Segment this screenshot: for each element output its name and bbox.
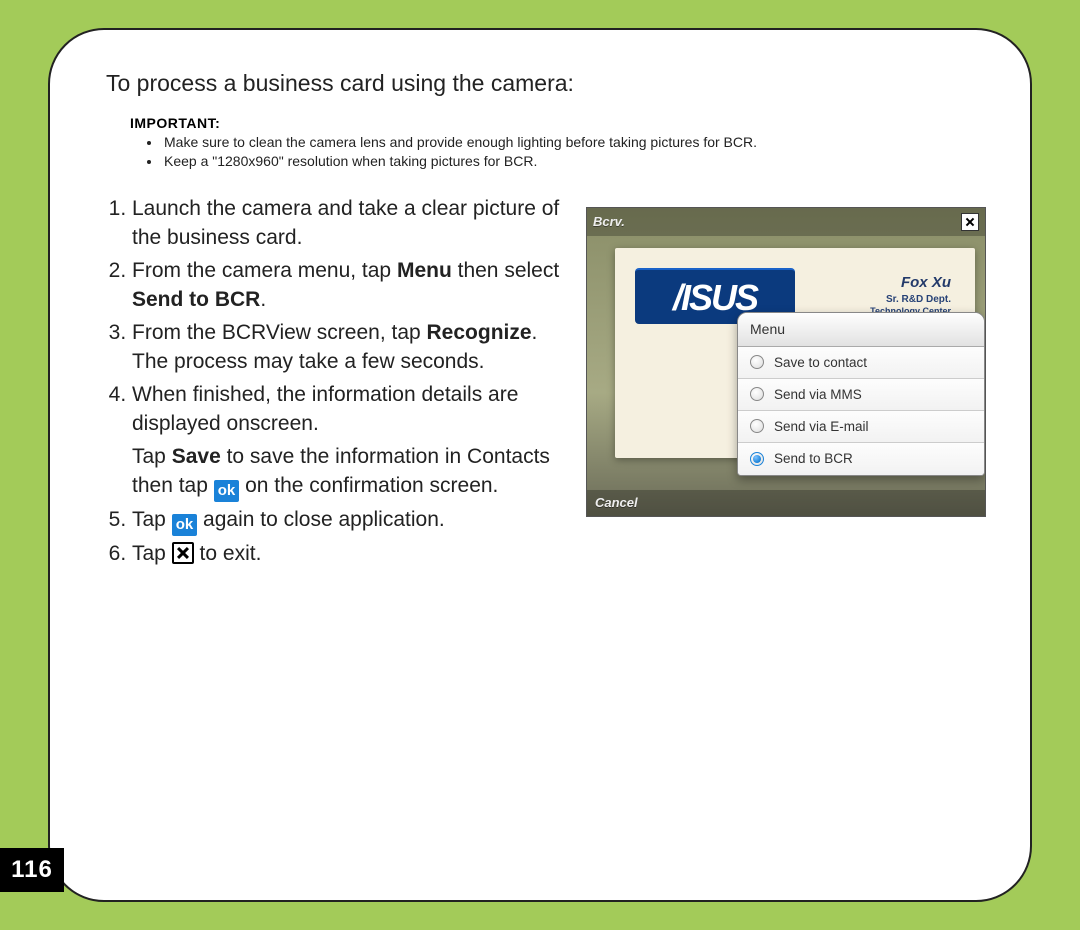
step-5-text2: again to close application. [197,508,445,531]
page-number: 116 [0,848,64,892]
radio-icon [750,387,764,401]
bold-save: Save [172,445,221,468]
radio-icon-selected [750,452,764,466]
step-2-text: From the camera menu, tap [132,259,397,282]
card-name: Fox Xu [901,274,951,291]
ok-icon: ok [214,480,240,502]
context-menu: Menu Save to contact Send via MMS Send v… [737,312,985,476]
step-3: From the BCRView screen, tap Recognize. … [132,319,566,377]
step-4-text3: on the confirmation screen. [239,474,498,497]
step-6-text2: to exit. [194,542,262,565]
menu-header: Menu [738,313,984,347]
bold-recognize: Recognize [427,321,532,344]
step-2-text3: . [260,288,266,311]
device-screenshot: Bcrv. /ISUS Fox Xu Sr. R&D Dept. Technol… [586,207,986,517]
step-4-line2: Tap Save to save the information in Cont… [132,443,566,502]
important-item: Keep a "1280x960" resolution when taking… [162,152,982,171]
screenshot-title: Bcrv. [593,214,625,229]
menu-item-save-contact[interactable]: Save to contact [738,347,984,379]
menu-item-label: Send to BCR [774,451,853,466]
section-heading: To process a business card using the cam… [106,70,990,97]
menu-item-label: Save to contact [774,355,867,370]
screenshot-topbar: Bcrv. [587,208,985,236]
radio-icon [750,355,764,369]
close-icon [172,542,194,564]
important-label: IMPORTANT: [130,115,982,131]
card-subtitle-1: Sr. R&D Dept. [886,294,951,305]
menu-item-label: Send via MMS [774,387,862,402]
bold-menu: Menu [397,259,452,282]
step-4-text: Tap [132,445,172,468]
important-list: Make sure to clean the camera lens and p… [130,133,982,171]
step-6-text: Tap [132,542,172,565]
menu-item-send-email[interactable]: Send via E-mail [738,411,984,443]
menu-item-send-bcr[interactable]: Send to BCR [738,443,984,475]
important-item: Make sure to clean the camera lens and p… [162,133,982,152]
menu-item-send-mms[interactable]: Send via MMS [738,379,984,411]
important-block: IMPORTANT: Make sure to clean the camera… [130,115,982,171]
screenshot-bottombar: Cancel [587,490,985,516]
step-5: Tap ok again to close application. [132,506,566,536]
manual-page: To process a business card using the cam… [48,28,1032,902]
bold-send-to-bcr: Send to BCR [132,288,260,311]
step-1: Launch the camera and take a clear pictu… [132,195,566,253]
ok-icon: ok [172,514,198,536]
cancel-button[interactable]: Cancel [595,495,638,510]
step-6: Tap to exit. [132,540,566,569]
step-4-line1: When finished, the information details a… [132,381,566,439]
step-4: When finished, the information details a… [132,381,566,502]
menu-item-label: Send via E-mail [774,419,869,434]
radio-icon [750,419,764,433]
step-2: From the camera menu, tap Menu then sele… [132,257,566,315]
step-3-text: From the BCRView screen, tap [132,321,427,344]
step-2-text2: then select [452,259,559,282]
step-list: Launch the camera and take a clear pictu… [106,195,566,569]
step-5-text: Tap [132,508,172,531]
screenshot-close-icon[interactable] [961,213,979,231]
